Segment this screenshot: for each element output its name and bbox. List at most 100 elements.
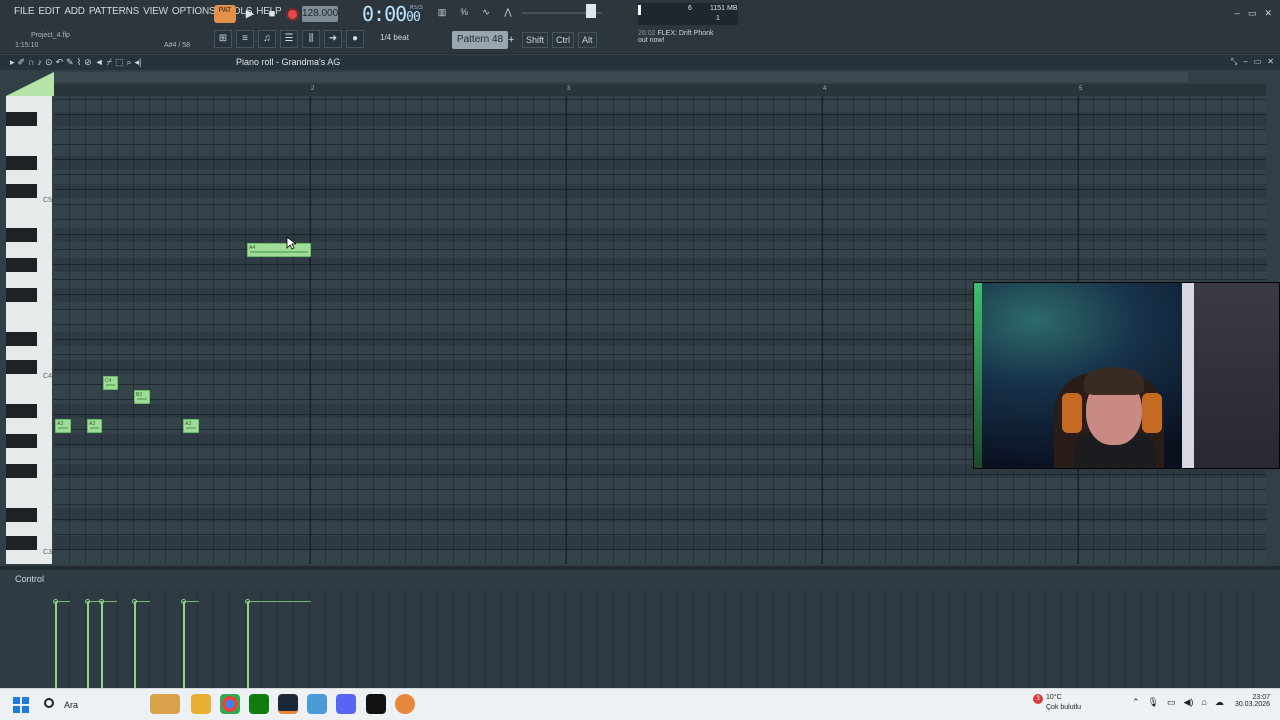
velocity-handle[interactable] [181,599,186,604]
discord-icon[interactable] [336,694,356,714]
black-key[interactable] [6,434,37,448]
control-label[interactable]: Control [15,574,44,584]
xbox-icon[interactable] [249,694,269,714]
chrome-icon[interactable] [220,694,240,714]
piano-keyboard[interactable]: C5 C4 C3 [6,96,52,564]
song-time-display[interactable]: 0:0000 M:S:CS [362,2,426,26]
note-a3[interactable]: A3 [183,419,199,433]
windows-start-icon[interactable] [13,697,29,713]
piano-roll-icon[interactable]: ♫ [258,30,276,48]
black-key[interactable] [6,360,37,374]
velocity-handle[interactable] [132,599,137,604]
black-key[interactable] [6,228,37,242]
menu-file[interactable]: FILE [14,6,35,17]
loop-icon[interactable]: ⊙ [45,57,53,68]
playback-icon[interactable]: ◂| [135,57,142,68]
menu-view[interactable]: VIEW [143,6,168,17]
black-key[interactable] [6,112,37,126]
search-highlight-icon[interactable] [150,694,180,714]
ctrl-button[interactable]: Ctrl [552,32,575,48]
pr-maximize-icon[interactable]: ▭ [1254,57,1262,67]
channel-rack-icon[interactable]: ≡ [236,30,254,48]
language-icon[interactable]: ⌂ [1201,697,1206,708]
pattern-selector[interactable]: Pattern 48 [452,31,508,49]
note-a3[interactable]: A3 [87,419,102,433]
velocity-handle[interactable] [85,599,90,604]
volume-icon[interactable]: ◀) [1184,697,1194,708]
maximize-icon[interactable]: ▭ [1248,8,1257,19]
browser-icon[interactable]: ☰ [280,30,298,48]
volume-knob[interactable] [586,4,596,18]
pr-minimize-icon[interactable]: – [1243,57,1247,67]
mixer-icon[interactable]: ⫼ [302,30,320,48]
black-key[interactable] [6,258,37,272]
shift-button[interactable]: Shift [522,32,549,48]
delete-icon[interactable]: ⊘ [84,57,92,68]
chevron-up-icon[interactable]: ⌃ [1132,697,1140,708]
black-key[interactable] [6,332,37,346]
magnet-icon[interactable]: ∩ [28,57,34,68]
menu-patterns[interactable]: PATTERNS [89,6,139,17]
play-icon[interactable]: ▶ [242,6,258,22]
stop-icon[interactable]: ■ [264,6,280,22]
black-key[interactable] [6,404,37,418]
velocity-bar[interactable] [101,602,103,688]
black-key[interactable] [6,536,37,550]
music-app-icon[interactable] [366,694,386,714]
note-c4[interactable]: C4 [103,376,118,390]
note-a4[interactable]: A4 [247,243,311,257]
velocity-bar[interactable] [134,602,136,688]
menu-options[interactable]: OPTIONS [172,6,216,17]
velocity-bar[interactable] [247,602,249,688]
taskbar-clock[interactable]: 23:07 30.03.2026 [1222,694,1270,708]
velocity-bar[interactable] [87,602,89,688]
mic-tray-icon[interactable]: 🎙 [1148,697,1159,708]
pr-close-icon[interactable]: ✕ [1267,57,1274,67]
select-icon[interactable]: ⬚ [115,57,124,68]
black-key[interactable] [6,464,37,478]
master-volume-slider[interactable] [522,4,614,18]
close-icon[interactable]: ✕ [1264,8,1272,19]
mute-icon[interactable]: ◄ [95,57,104,68]
black-key[interactable] [6,184,37,198]
black-key[interactable] [6,508,37,522]
brush-icon[interactable]: ⌇ [77,57,81,68]
minimize-icon[interactable]: – [1235,8,1240,19]
slice-icon[interactable]: ⌿ [107,57,112,68]
metronome-icon[interactable]: ⋀ [500,5,516,19]
note-a3[interactable]: A3 [55,419,71,433]
menu-add[interactable]: ADD [64,6,85,17]
menu-arrow-icon[interactable]: ▸ [10,57,15,68]
timeline-ruler[interactable]: 2 3 4 5 [54,84,1266,96]
pencil-icon[interactable]: ✎ [66,57,74,68]
step-edit-icon[interactable]: ⅜ [456,5,472,19]
metronome-wave-icon[interactable]: ∿ [478,5,494,19]
velocity-handle[interactable] [245,599,250,604]
steam-icon[interactable] [278,694,298,714]
add-pattern-icon[interactable]: + [508,31,518,49]
horizontal-scrollbar[interactable] [54,72,1188,82]
snap-selector[interactable]: 1/4 beat [380,33,420,47]
tempo-display[interactable]: 128.000 [302,6,338,22]
record-icon[interactable] [286,7,299,21]
mic-icon[interactable]: ● [346,30,364,48]
zoom-icon[interactable]: ⌕ [126,57,131,68]
screen-icon[interactable]: ▭ [1167,697,1176,708]
note-b3[interactable]: B3 [134,390,150,404]
detach-icon[interactable]: ⤡ [1231,57,1237,67]
note-icon[interactable]: ♪ [38,57,43,68]
black-key[interactable] [6,156,37,170]
news-panel[interactable]: 26:02 FLEX: Drift Phonk out now! [638,30,746,52]
pattern-mode-button[interactable]: PAT [214,5,236,23]
typing-keyboard-icon[interactable]: ▥ [434,5,450,19]
fl-studio-icon[interactable] [395,694,415,714]
black-key[interactable] [6,288,37,302]
settings-app-icon[interactable] [307,694,327,714]
velocity-bar[interactable] [55,602,57,688]
velocity-lane[interactable] [53,588,1266,688]
file-explorer-icon[interactable] [191,694,211,714]
playlist-icon[interactable]: ⊞ [214,30,232,48]
menu-edit[interactable]: EDIT [38,6,60,17]
velocity-handle[interactable] [99,599,104,604]
velocity-bar[interactable] [183,602,185,688]
